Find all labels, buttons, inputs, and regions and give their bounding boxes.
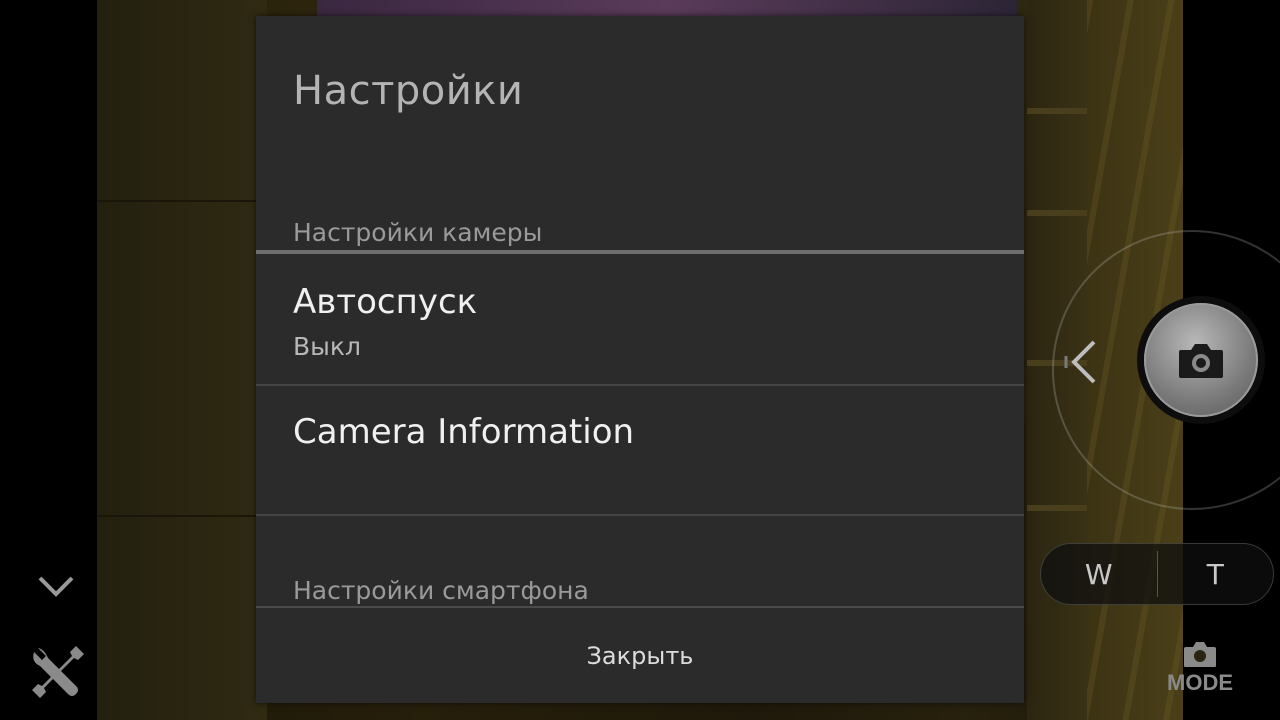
row-divider [256,514,1024,516]
item-summary: Выкл [293,332,361,361]
zoom-tele-button[interactable]: T [1158,558,1274,591]
item-title: Автоспуск [293,282,478,322]
list-item-self-timer[interactable]: Автоспуск Выкл [256,254,1024,384]
viewfinder-scene-door [97,0,267,720]
settings-dialog: Настройки Настройки камеры Автоспуск Вык… [256,16,1024,703]
tools-icon[interactable] [28,642,88,702]
list-item-camera-information[interactable]: Camera Information [256,386,1024,514]
item-title: Camera Information [293,412,635,452]
section-header-smartphone: Настройки смартфона [293,576,589,605]
dialog-title: Настройки [293,68,524,114]
section-header-camera: Настройки камеры [293,218,543,247]
chevron-left-icon[interactable] [1064,336,1104,386]
mode-label: MODE [1167,670,1233,695]
shutter-button[interactable] [1137,296,1265,424]
settings-list[interactable]: Настройки камеры Автоспуск Выкл Camera I… [256,206,1024,606]
camera-icon [1179,344,1223,378]
close-button[interactable]: Закрыть [256,608,1024,703]
shutter-face [1144,303,1258,417]
zoom-control: W T [1040,543,1274,605]
mode-button[interactable]: MODE [1160,640,1240,706]
chevron-down-icon[interactable] [36,566,76,606]
camera-icon [1184,642,1216,667]
left-control-bar [0,0,97,720]
zoom-wide-button[interactable]: W [1041,558,1157,591]
